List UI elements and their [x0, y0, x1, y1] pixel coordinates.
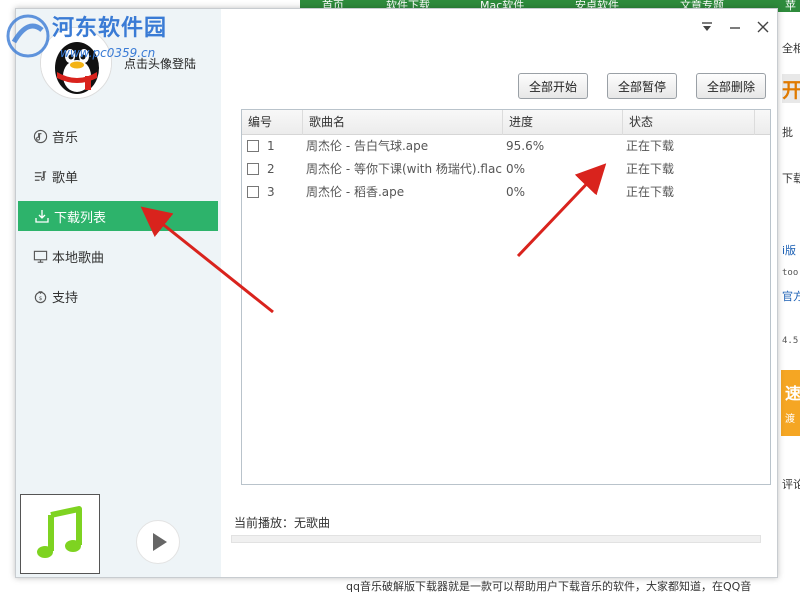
sidebar-item-label: 支持 — [52, 290, 79, 306]
column-header-status[interactable]: 状态 — [622, 110, 754, 135]
bg-snippet: 4.5 — [782, 336, 799, 346]
download-list: 编号 歌曲名 进度 状态 1 周杰伦 - 告白气球.ape 95.6% 正在下载… — [241, 109, 771, 485]
svg-text:$: $ — [38, 295, 42, 301]
toolbar: 全部开始 全部暂停 全部删除 — [518, 73, 767, 99]
delete-all-button[interactable]: 全部删除 — [696, 73, 767, 99]
row-progress: 0% — [506, 185, 526, 199]
bg-snippet: too — [782, 268, 799, 278]
column-header-spacer — [754, 110, 770, 135]
row-song-name: 周杰伦 - 等你下课(with 杨瑞代).flac — [306, 162, 502, 176]
bg-snippet: 批 — [782, 126, 793, 139]
bg-snippet[interactable]: i版 — [782, 242, 796, 258]
background-right-column: 全相 开 批 下载 i版 too 官方 4.5 评论 — [778, 12, 800, 600]
row-number: 2 — [267, 162, 275, 176]
row-checkbox[interactable] — [247, 140, 259, 152]
row-song-name: 周杰伦 - 告白气球.ape — [306, 139, 429, 153]
album-art[interactable] — [20, 494, 100, 574]
table-row[interactable]: 2 周杰伦 - 等你下课(with 杨瑞代).flac 0% 正在下载 — [242, 158, 770, 181]
row-checkbox[interactable] — [247, 163, 259, 175]
start-all-button[interactable]: 全部开始 — [518, 73, 589, 99]
sidebar-item-music[interactable]: 音乐 — [16, 121, 221, 151]
window-controls — [699, 19, 771, 35]
avatar[interactable] — [40, 27, 112, 99]
table-row[interactable]: 3 周杰伦 - 稻香.ape 0% 正在下载 — [242, 181, 770, 204]
sidebar-item-label: 歌单 — [52, 170, 79, 186]
column-header-progress[interactable]: 进度 — [502, 110, 622, 135]
qq-music-downloader-window: 点击头像登陆 音乐 歌单 下载列表 本地歌曲 $ 支持 全部开始 全部暂停 全部… — [15, 8, 778, 578]
row-checkbox[interactable] — [247, 186, 259, 198]
qq-penguin-icon — [41, 28, 111, 98]
sidebar-item-label: 音乐 — [52, 130, 79, 146]
sidebar-item-local-songs[interactable]: 本地歌曲 — [16, 241, 221, 271]
bg-snippet: 开 — [782, 74, 800, 103]
download-icon — [34, 208, 50, 224]
sidebar-nav: 音乐 歌单 下载列表 本地歌曲 $ 支持 — [16, 121, 221, 321]
play-button[interactable] — [136, 520, 180, 564]
download-list-header: 编号 歌曲名 进度 状态 — [242, 110, 770, 135]
column-header-song-name[interactable]: 歌曲名 — [302, 110, 502, 135]
bg-snippet: 下载 — [782, 172, 800, 185]
music-icon — [32, 128, 48, 144]
login-prompt[interactable]: 点击头像登陆 — [124, 55, 196, 72]
row-progress: 0% — [506, 162, 526, 176]
bg-snippet[interactable]: 官方 — [782, 288, 800, 304]
pause-all-button[interactable]: 全部暂停 — [607, 73, 678, 99]
row-status: 正在下载 — [626, 185, 675, 199]
bg-banner[interactable]: 速 渡 — [781, 370, 800, 436]
row-number: 1 — [267, 139, 275, 153]
sidebar-item-playlist[interactable]: 歌单 — [16, 161, 221, 191]
sidebar-item-label: 本地歌曲 — [52, 250, 105, 266]
play-icon — [153, 533, 167, 551]
table-row[interactable]: 1 周杰伦 - 告白气球.ape 95.6% 正在下载 — [242, 135, 770, 158]
now-playing-label: 当前播放：无歌曲 — [234, 516, 331, 530]
row-progress: 95.6% — [506, 139, 545, 153]
row-song-name: 周杰伦 - 稻香.ape — [306, 185, 405, 199]
sidebar-item-label: 下载列表 — [54, 210, 107, 226]
bg-snippet: 全相 — [782, 42, 800, 55]
row-number: 3 — [267, 185, 275, 199]
sidebar-item-download-list[interactable]: 下载列表 — [18, 201, 218, 231]
sidebar: 点击头像登陆 音乐 歌单 下载列表 本地歌曲 $ 支持 — [16, 9, 221, 577]
playlist-icon — [32, 168, 48, 184]
close-icon[interactable] — [755, 19, 771, 35]
row-status: 正在下载 — [626, 162, 675, 176]
monitor-icon — [32, 248, 48, 264]
row-status: 正在下载 — [626, 139, 675, 153]
playback-progress-bar[interactable] — [231, 535, 761, 543]
bg-snippet: 评论 — [782, 478, 800, 491]
minimize-icon[interactable] — [727, 19, 743, 35]
music-note-icon — [21, 495, 99, 573]
dropdown-menu-icon[interactable] — [699, 19, 715, 35]
bg-banner-text: 速 — [785, 384, 800, 403]
sidebar-item-support[interactable]: $ 支持 — [16, 281, 221, 311]
column-header-number[interactable]: 编号 — [242, 110, 302, 135]
support-icon: $ — [32, 288, 48, 304]
bg-banner-subtext: 渡 — [785, 414, 795, 425]
background-article-text: qq音乐破解版下载器就是一款可以帮助用户下载音乐的软件，大家都知道，在QQ音 — [346, 580, 752, 593]
